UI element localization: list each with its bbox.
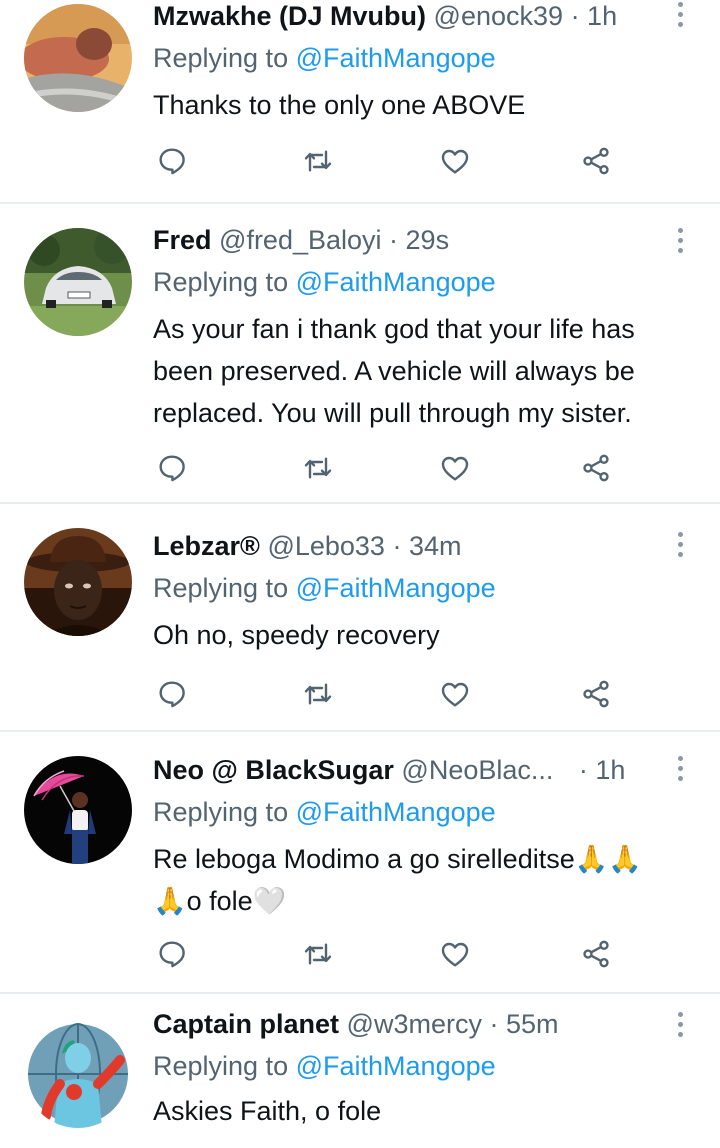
timestamp[interactable]: · 34m	[392, 531, 461, 561]
avatar[interactable]	[24, 4, 132, 112]
more-options-icon[interactable]	[670, 526, 690, 562]
timestamp[interactable]: · 1h	[579, 755, 626, 785]
tweet[interactable]: Lebzar® @Lebo33 · 34m Replying to @Faith…	[0, 504, 720, 732]
avatar-person-reclining-icon	[24, 4, 132, 112]
handle[interactable]: @NeoBlac...	[401, 755, 553, 785]
handle[interactable]: @enock39	[434, 1, 564, 31]
action-bar	[0, 934, 720, 974]
handle[interactable]: @w3mercy	[347, 1009, 482, 1039]
share-icon[interactable]	[576, 141, 616, 181]
replying-to: Replying to @FaithMangope	[153, 40, 496, 76]
mention-link[interactable]: @FaithMangope	[296, 797, 496, 827]
tweet-text-line: As your fan i thank god that your life h…	[153, 314, 635, 344]
timestamp[interactable]: · 1h	[571, 1, 618, 31]
tweet-text-line: Oh no, speedy recovery	[153, 620, 440, 650]
avatar-woman-umbrella-icon	[24, 756, 132, 864]
avatar[interactable]	[24, 528, 132, 636]
avatar[interactable]	[24, 1020, 132, 1128]
more-options-icon[interactable]	[670, 1006, 690, 1042]
tweet[interactable]: Captain planet @w3mercy · 55m Replying t…	[0, 994, 720, 1148]
tweet-header: Neo @ BlackSugar @NeoBlac... · 1h	[153, 752, 664, 788]
replying-to: Replying to @FaithMangope	[153, 570, 496, 606]
replying-to: Replying to @FaithMangope	[153, 794, 496, 830]
tweet[interactable]: Neo @ BlackSugar @NeoBlac... · 1h Replyi…	[0, 732, 720, 994]
retweet-icon[interactable]	[298, 934, 338, 974]
avatar-man-hat-icon	[24, 528, 132, 636]
reply-icon[interactable]	[152, 448, 192, 488]
tweet-header: Captain planet @w3mercy · 55m	[153, 1006, 664, 1042]
tweet-header: Lebzar® @Lebo33 · 34m	[153, 528, 664, 564]
replying-to: Replying to @FaithMangope	[153, 264, 496, 300]
reply-icon[interactable]	[152, 674, 192, 714]
display-name[interactable]: Lebzar®	[153, 531, 260, 561]
reply-icon[interactable]	[152, 934, 192, 974]
share-icon[interactable]	[576, 674, 616, 714]
tweet-text: As your fan i thank god that your life h…	[153, 308, 692, 434]
replying-prefix: Replying to	[153, 1051, 289, 1081]
mention-link[interactable]: @FaithMangope	[296, 573, 496, 603]
tweet-text: Thanks to the only one ABOVE	[153, 84, 692, 126]
action-bar	[0, 141, 720, 181]
tweet-text-line: Thanks to the only one ABOVE	[153, 90, 526, 120]
display-name[interactable]: Fred	[153, 225, 212, 255]
tweet-text-line: Re leboga Modimo a go sirelleditse🙏🙏	[153, 844, 642, 874]
tweet-text-line: 🙏o fole🤍	[153, 886, 287, 916]
tweet-text: Askies Faith, o fole	[153, 1090, 692, 1132]
avatar-white-car-icon	[24, 228, 132, 336]
tweet[interactable]: Mzwakhe (DJ Mvubu) @enock39 · 1h Replyin…	[0, 0, 720, 204]
more-options-icon[interactable]	[670, 222, 690, 258]
reply-icon[interactable]	[152, 141, 192, 181]
avatar[interactable]	[24, 228, 132, 336]
tweet-header: Fred @fred_Baloyi · 29s	[153, 222, 664, 258]
tweet-header: Mzwakhe (DJ Mvubu) @enock39 · 1h	[153, 0, 664, 34]
replying-prefix: Replying to	[153, 797, 289, 827]
more-options-icon[interactable]	[670, 0, 690, 32]
handle[interactable]: @Lebo33	[267, 531, 385, 561]
display-name[interactable]: Neo @ BlackSugar	[153, 755, 394, 785]
like-icon[interactable]	[435, 934, 475, 974]
like-icon[interactable]	[435, 448, 475, 488]
share-icon[interactable]	[576, 448, 616, 488]
like-icon[interactable]	[435, 674, 475, 714]
retweet-icon[interactable]	[298, 674, 338, 714]
retweet-icon[interactable]	[298, 141, 338, 181]
replying-prefix: Replying to	[153, 43, 289, 73]
tweet-text-line: been preserved. A vehicle will always be	[153, 356, 635, 386]
tweet-text: Re leboga Modimo a go sirelleditse🙏🙏 🙏o …	[153, 838, 692, 922]
handle[interactable]: @fred_Baloyi	[219, 225, 382, 255]
timestamp[interactable]: · 29s	[389, 225, 449, 255]
action-bar	[0, 674, 720, 714]
tweet-text-line: replaced. You will pull through my siste…	[153, 398, 632, 428]
mention-link[interactable]: @FaithMangope	[296, 43, 496, 73]
timestamp[interactable]: · 55m	[489, 1009, 558, 1039]
retweet-icon[interactable]	[298, 448, 338, 488]
action-bar	[0, 448, 720, 488]
replying-prefix: Replying to	[153, 573, 289, 603]
avatar[interactable]	[24, 756, 132, 864]
replying-prefix: Replying to	[153, 267, 289, 297]
tweet-text-line: Askies Faith, o fole	[153, 1096, 382, 1126]
display-name[interactable]: Captain planet	[153, 1009, 339, 1039]
like-icon[interactable]	[435, 141, 475, 181]
share-icon[interactable]	[576, 934, 616, 974]
reply-feed: Mzwakhe (DJ Mvubu) @enock39 · 1h Replyin…	[0, 0, 720, 1148]
tweet-text: Oh no, speedy recovery	[153, 614, 692, 656]
tweet[interactable]: Fred @fred_Baloyi · 29s Replying to @Fai…	[0, 204, 720, 504]
avatar-captain-planet-icon	[24, 1020, 132, 1128]
mention-link[interactable]: @FaithMangope	[296, 267, 496, 297]
mention-link[interactable]: @FaithMangope	[296, 1051, 496, 1081]
display-name[interactable]: Mzwakhe (DJ Mvubu)	[153, 1, 426, 31]
replying-to: Replying to @FaithMangope	[153, 1048, 496, 1084]
more-options-icon[interactable]	[670, 750, 690, 786]
